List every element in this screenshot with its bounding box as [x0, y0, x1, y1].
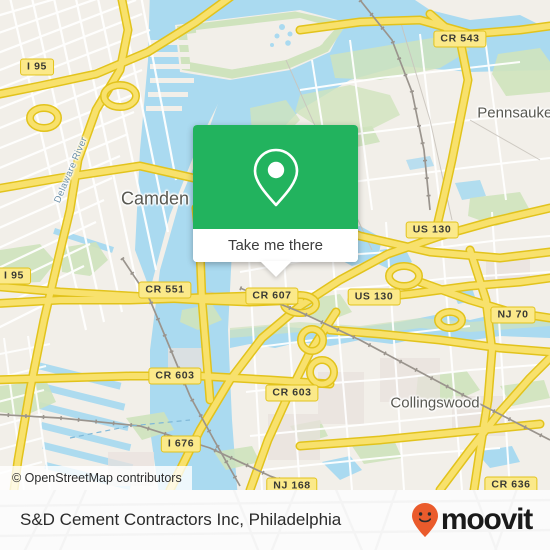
popup-action-area[interactable]: Take me there — [193, 229, 358, 262]
highway-shield-i676: I 676 — [160, 435, 202, 453]
highway-shield-i95-north: I 95 — [20, 58, 54, 76]
highway-shield-nj168: NJ 168 — [266, 477, 318, 490]
highway-shield-cr607: CR 607 — [245, 287, 299, 305]
popup-pointer-tail — [259, 261, 292, 277]
moovit-pin-icon — [411, 503, 438, 537]
map-screenshot: Camden Pennsauken Collingswood Delaware … — [0, 0, 550, 550]
highway-shield-us130-south: US 130 — [347, 288, 401, 306]
location-popup-card[interactable]: Take me there — [193, 125, 358, 277]
highway-shield-cr603-east: CR 603 — [265, 384, 319, 402]
moovit-logo[interactable]: moovit — [411, 502, 533, 538]
highway-shield-cr636: CR 636 — [484, 476, 538, 490]
highway-shield-cr603-west: CR 603 — [148, 367, 202, 385]
highway-shield-i95-south: I 95 — [0, 267, 31, 285]
highway-shield-nj70: NJ 70 — [490, 306, 536, 324]
popup-icon-area — [193, 125, 358, 229]
place-label-pennsauken: Pennsauken — [477, 104, 550, 122]
moovit-wordmark: moovit — [440, 503, 533, 536]
place-label-collingswood: Collingswood — [390, 394, 480, 412]
highway-shield-us130-north: US 130 — [405, 221, 459, 239]
osm-attribution[interactable]: © OpenStreetMap contributors — [0, 466, 192, 490]
map-pin-icon — [253, 148, 298, 207]
take-me-there-label: Take me there — [227, 237, 324, 254]
highway-shield-cr551: CR 551 — [138, 281, 192, 299]
map-canvas[interactable]: Camden Pennsauken Collingswood Delaware … — [0, 0, 550, 490]
highway-shield-cr543: CR 543 — [433, 30, 487, 48]
osm-attribution-text: © OpenStreetMap contributors — [12, 471, 182, 485]
poi-title: S&D Cement Contractors Inc, Philadelphia — [20, 510, 342, 529]
place-label-camden: Camden — [120, 188, 190, 209]
bottom-info-bar: S&D Cement Contractors Inc, Philadelphia… — [0, 490, 550, 550]
